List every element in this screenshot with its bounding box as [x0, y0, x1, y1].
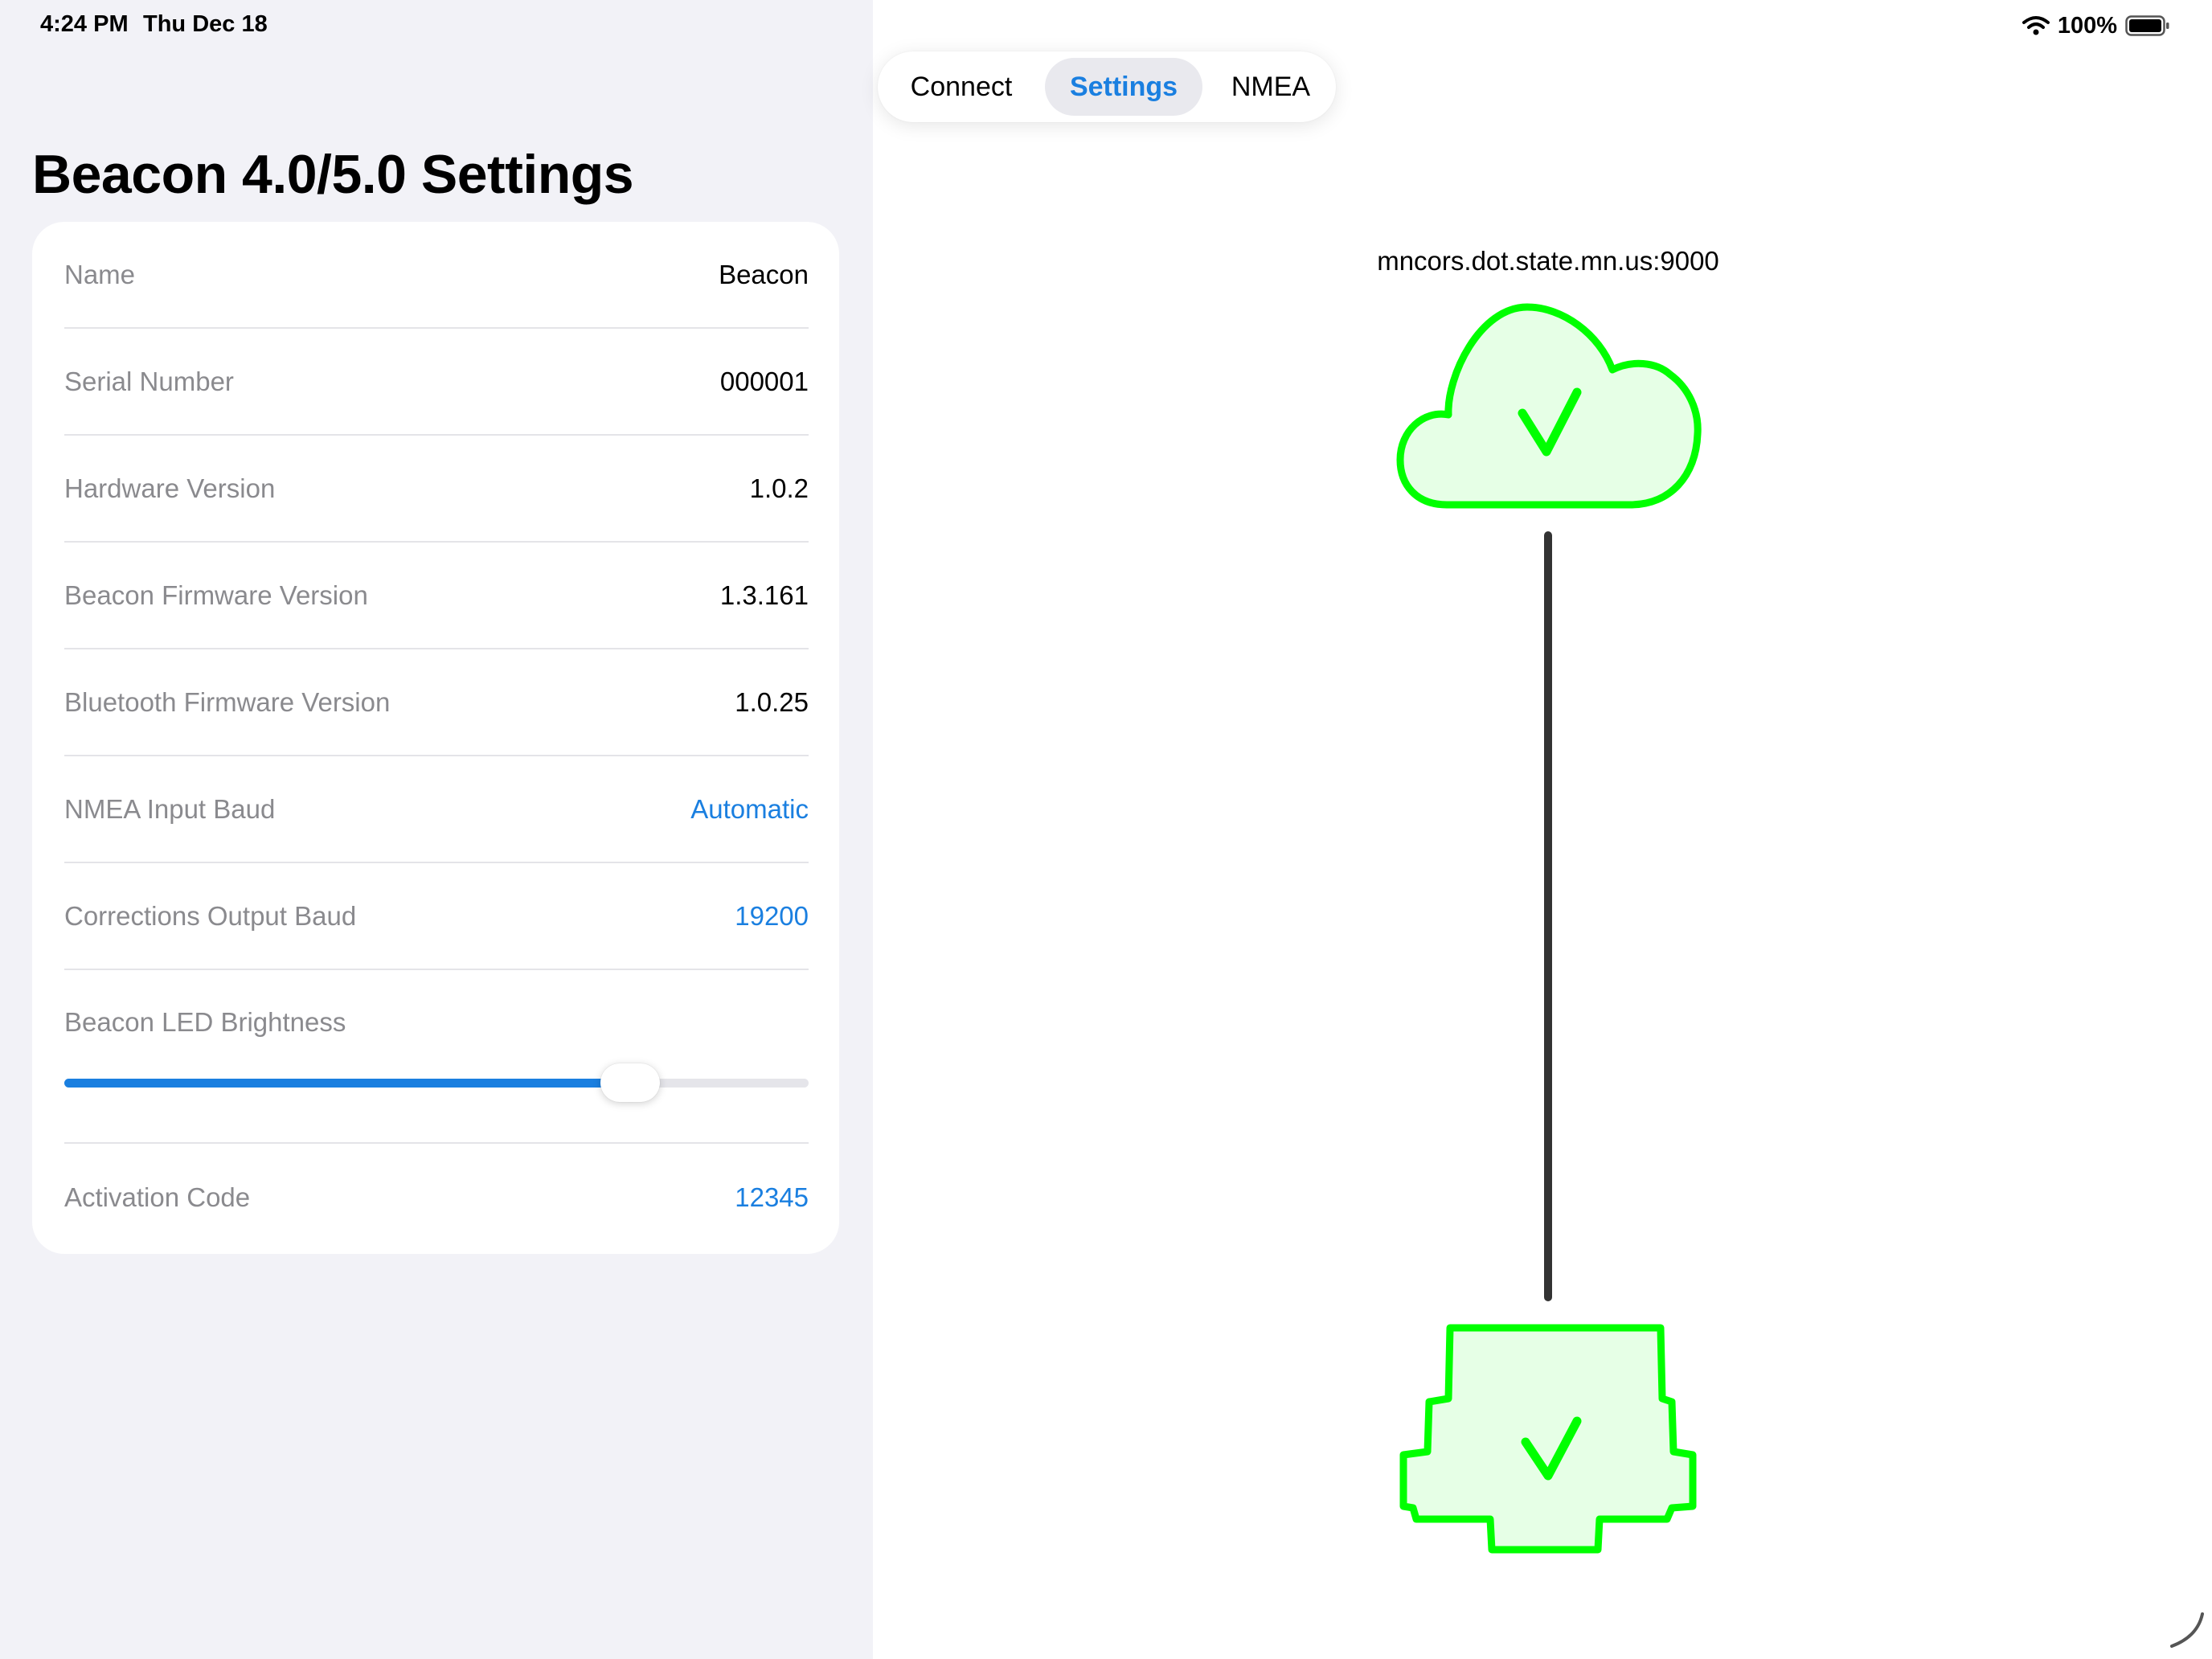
tab-nmea[interactable]: NMEA	[1214, 58, 1328, 116]
setting-row-name[interactable]: Name Beacon	[64, 222, 809, 329]
led-brightness-slider[interactable]	[64, 1063, 809, 1102]
setting-label: NMEA Input Baud	[64, 793, 276, 824]
slider-thumb[interactable]	[600, 1063, 660, 1102]
setting-row-led-brightness: Beacon LED Brightness	[64, 970, 809, 1144]
corner-resize-icon[interactable]	[2164, 1608, 2207, 1651]
nmea-input-baud-picker[interactable]: Automatic	[690, 794, 809, 825]
connection-diagram	[1396, 303, 1702, 1554]
slider-fill	[64, 1079, 630, 1088]
setting-label: Beacon LED Brightness	[64, 1007, 346, 1037]
setting-row-bluetooth-firmware: Bluetooth Firmware Version 1.0.25	[64, 649, 809, 756]
setting-label: Hardware Version	[64, 473, 276, 503]
setting-row-activation-code[interactable]: Activation Code 12345	[64, 1144, 809, 1251]
setting-label: Corrections Output Baud	[64, 900, 357, 931]
page-title: Beacon 4.0/5.0 Settings	[32, 144, 634, 205]
setting-label: Activation Code	[64, 1182, 251, 1212]
setting-value: Beacon	[719, 259, 809, 289]
server-address: mncors.dot.state.mn.us:9000	[1377, 246, 1719, 276]
corrections-output-baud-picker[interactable]: 19200	[735, 901, 809, 932]
setting-label: Bluetooth Firmware Version	[64, 686, 391, 717]
setting-label: Name	[64, 259, 136, 289]
setting-label: Serial Number	[64, 366, 234, 396]
setting-row-serial-number: Serial Number 000001	[64, 329, 809, 436]
setting-label: Beacon Firmware Version	[64, 580, 368, 610]
setting-value: 1.3.161	[719, 580, 809, 610]
setting-row-hardware-version: Hardware Version 1.0.2	[64, 436, 809, 543]
setting-row-beacon-firmware: Beacon Firmware Version 1.3.161	[64, 543, 809, 649]
settings-card: Name Beacon Serial Number 000001 Hardwar…	[32, 222, 839, 1254]
setting-row-nmea-input-baud[interactable]: NMEA Input Baud Automatic	[64, 756, 809, 863]
status-time: 4:24 PM	[40, 11, 129, 37]
tab-connect[interactable]: Connect	[889, 58, 1034, 116]
setting-value: 1.0.25	[735, 686, 809, 717]
battery-percent: 100%	[2057, 12, 2117, 39]
tab-segmented-control: Connect Settings NMEA	[878, 51, 1336, 122]
activation-code-field[interactable]: 12345	[735, 1182, 809, 1213]
wifi-icon	[2022, 15, 2050, 36]
setting-row-corrections-output-baud[interactable]: Corrections Output Baud 19200	[64, 863, 809, 970]
status-indicators: 100%	[2022, 10, 2170, 42]
cloud-check-icon	[1396, 303, 1702, 509]
battery-icon	[2125, 15, 2170, 36]
setting-value: 1.0.2	[749, 473, 809, 503]
status-date: Thu Dec 18	[143, 11, 268, 37]
device-check-icon	[1399, 1324, 1697, 1554]
setting-value: 000001	[719, 366, 809, 396]
tab-settings[interactable]: Settings	[1045, 58, 1202, 116]
